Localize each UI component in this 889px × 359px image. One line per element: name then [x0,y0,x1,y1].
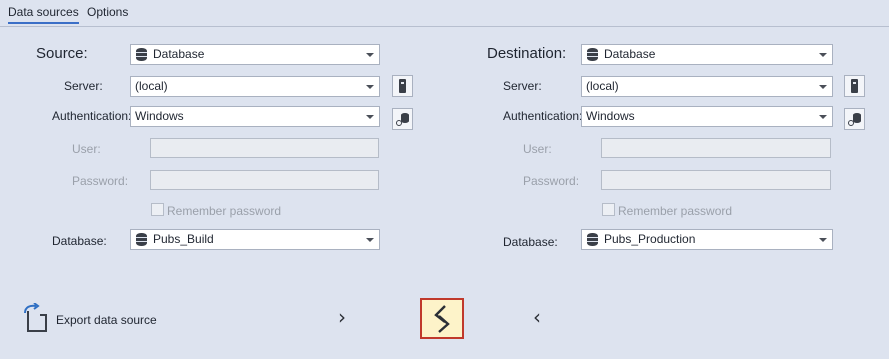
server-icon [399,79,406,93]
gear-icon [396,120,402,126]
destination-server-label: Server: [503,79,542,93]
chevron-down-icon [366,115,374,119]
source-type-value: Database [153,47,205,61]
copy-to-source-arrow[interactable]: ‹ [533,305,541,329]
source-server-label: Server: [64,79,103,93]
source-user-field[interactable] [150,138,379,158]
source-heading: Source: [36,45,88,62]
source-server-value: (local) [135,79,168,93]
database-icon [136,233,147,246]
destination-database-dropdown[interactable]: Pubs_Production [581,229,833,250]
source-password-field[interactable] [150,170,379,190]
export-data-source-label: Export data source [56,313,157,327]
source-type-dropdown[interactable]: Database [130,44,380,65]
source-auth-value: Windows [135,109,184,123]
destination-remember-checkbox[interactable] [602,203,615,216]
swap-source-destination-button[interactable] [420,298,464,339]
destination-user-field[interactable] [601,138,831,158]
destination-server-value: (local) [586,79,619,93]
source-auth-label: Authentication: [52,109,132,123]
chevron-down-icon [819,85,827,89]
source-user-label: User: [72,142,101,156]
source-database-value: Pubs_Build [153,232,214,246]
destination-auth-value: Windows [586,109,635,123]
chevron-down-icon [366,238,374,242]
chevron-down-icon [366,85,374,89]
server-icon [851,79,858,93]
database-settings-icon [853,113,861,123]
tab-options[interactable]: Options [87,5,128,19]
export-icon [24,303,47,332]
database-icon [136,48,147,61]
destination-database-label: Database: [503,235,558,249]
tab-data-sources[interactable]: Data sources [8,5,79,24]
database-settings-icon [401,113,409,123]
destination-password-label: Password: [523,174,580,188]
database-icon [587,233,598,246]
chevron-down-icon [819,238,827,242]
database-icon [587,48,598,61]
destination-password-field[interactable] [601,170,831,190]
source-remember-label: Remember password [167,204,282,218]
destination-heading: Destination: [487,45,567,62]
tab-bar: Data sources Options [0,0,889,27]
chevron-down-icon [819,115,827,119]
swap-icon [434,305,450,333]
source-server-dropdown[interactable]: (local) [130,76,380,97]
destination-user-label: User: [523,142,552,156]
destination-type-dropdown[interactable]: Database [581,44,833,65]
destination-remember-label: Remember password [618,204,733,218]
destination-auth-label: Authentication: [503,109,583,123]
destination-type-value: Database [604,47,656,61]
copy-to-destination-arrow[interactable]: › [338,305,346,329]
destination-server-browse-button[interactable] [844,75,865,97]
source-database-label: Database: [52,234,107,248]
chevron-down-icon [819,53,827,57]
source-database-dropdown[interactable]: Pubs_Build [130,229,380,250]
source-password-label: Password: [72,174,129,188]
source-server-browse-button[interactable] [392,75,413,97]
destination-server-dropdown[interactable]: (local) [581,76,833,97]
source-connection-settings-button[interactable] [392,108,413,130]
source-auth-dropdown[interactable]: Windows [130,106,380,127]
gear-icon [848,120,854,126]
destination-connection-settings-button[interactable] [844,108,865,130]
source-remember-checkbox[interactable] [151,203,164,216]
destination-auth-dropdown[interactable]: Windows [581,106,833,127]
chevron-down-icon [366,53,374,57]
destination-database-value: Pubs_Production [604,232,696,246]
